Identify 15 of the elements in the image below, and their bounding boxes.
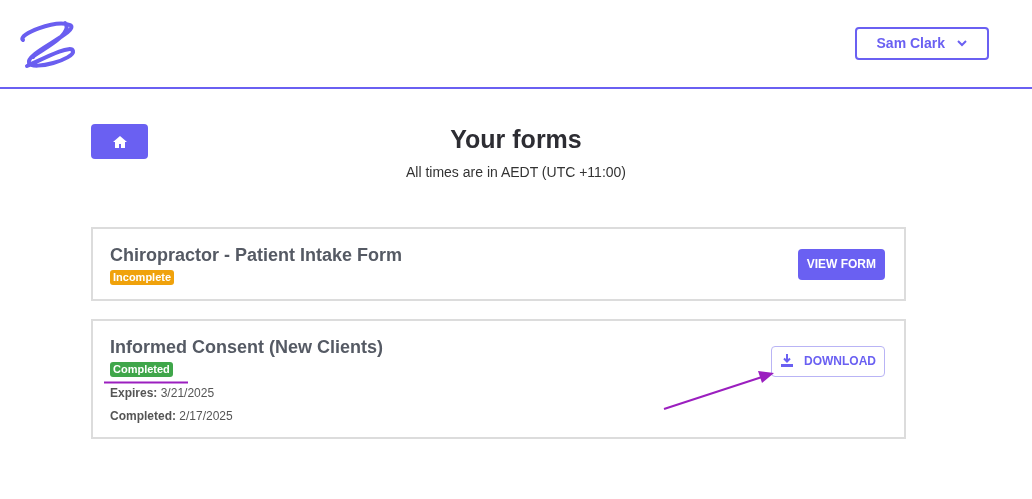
user-menu-button[interactable]: Sam Clark: [854, 27, 989, 60]
home-icon: [112, 135, 127, 148]
status-badge: Incomplete: [110, 270, 175, 285]
download-button[interactable]: DOWNLOAD: [771, 345, 885, 377]
page-title: Your forms: [450, 124, 582, 154]
download-icon: [780, 354, 794, 368]
form-detail: Expires: 3/21/2025: [110, 386, 215, 400]
timezone-note: All times are in AEDT (UTC +11:00): [405, 163, 627, 182]
view-form-button[interactable]: VIEW FORM: [797, 248, 885, 280]
form-title: Chiropractor - Patient Intake Form: [110, 244, 403, 267]
form-title: Informed Consent (New Clients): [110, 336, 383, 359]
form-detail: Completed: 2/17/2025: [110, 409, 233, 423]
home-button[interactable]: [91, 124, 148, 159]
status-badge: Completed: [110, 362, 173, 377]
chevron-down-icon: [957, 40, 967, 47]
